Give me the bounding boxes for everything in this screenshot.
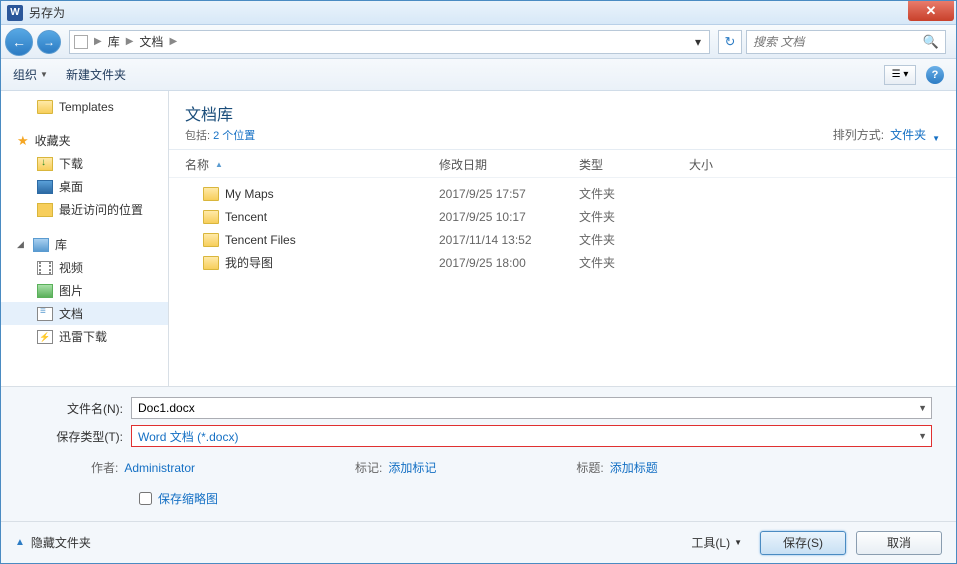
tags-value[interactable]: 添加标记 bbox=[388, 459, 436, 476]
sidebar: Templates ★ 收藏夹 下载 桌面 最近访问的位置 bbox=[1, 91, 169, 386]
breadcrumb-root[interactable]: 库 bbox=[108, 33, 120, 50]
sidebar-item-desktop[interactable]: 桌面 bbox=[1, 175, 168, 198]
sidebar-item-downloads[interactable]: 下载 bbox=[1, 152, 168, 175]
document-icon bbox=[74, 35, 88, 49]
main-panel: 文档库 包括: 2 个位置 排列方式: 文件夹 ▼ 名称 ▲ 修改日期 bbox=[169, 91, 956, 386]
desktop-icon bbox=[37, 180, 53, 194]
column-type[interactable]: 类型 bbox=[579, 156, 689, 173]
titlebar: W 另存为 ✕ bbox=[1, 1, 956, 25]
search-input[interactable] bbox=[753, 35, 923, 49]
sidebar-item-documents[interactable]: 文档 bbox=[1, 302, 168, 325]
chevron-down-icon[interactable]: ▼ bbox=[918, 403, 927, 413]
toolbar: 组织 ▼ 新建文件夹 ☰ ▾ ? bbox=[1, 59, 956, 91]
dialog-body: Templates ★ 收藏夹 下载 桌面 最近访问的位置 bbox=[1, 91, 956, 386]
sort-asc-icon: ▲ bbox=[215, 160, 223, 169]
filename-combo[interactable]: Doc1.docx ▼ bbox=[131, 397, 932, 419]
bottom-panel: 文件名(N): Doc1.docx ▼ 保存类型(T): Word 文档 (*.… bbox=[1, 386, 956, 521]
breadcrumb-current[interactable]: 文档 bbox=[139, 33, 163, 50]
list-item[interactable]: Tencent Files 2017/11/14 13:52 文件夹 bbox=[185, 228, 940, 251]
sort-label: 排列方式: bbox=[833, 126, 884, 143]
word-app-icon: W bbox=[7, 5, 23, 21]
title-meta-value[interactable]: 添加标题 bbox=[610, 459, 658, 476]
column-headers: 名称 ▲ 修改日期 类型 大小 bbox=[169, 150, 956, 178]
list-item[interactable]: My Maps 2017/9/25 17:57 文件夹 bbox=[185, 182, 940, 205]
sidebar-item-pictures[interactable]: 图片 bbox=[1, 279, 168, 302]
filename-value: Doc1.docx bbox=[138, 401, 195, 415]
save-button[interactable]: 保存(S) bbox=[760, 531, 846, 555]
organize-button[interactable]: 组织 ▼ bbox=[13, 66, 48, 83]
picture-icon bbox=[37, 284, 53, 298]
chevron-right-icon: ▶ bbox=[126, 36, 134, 47]
search-icon[interactable]: 🔍 bbox=[923, 34, 939, 50]
download-icon bbox=[37, 157, 53, 171]
include-locations-link[interactable]: 2 个位置 bbox=[213, 130, 255, 142]
chevron-right-icon: ▶ bbox=[94, 36, 102, 47]
expand-icon[interactable]: ◢ bbox=[17, 239, 27, 250]
new-folder-button[interactable]: 新建文件夹 bbox=[66, 66, 126, 83]
breadcrumb[interactable]: ▶ 库 ▶ 文档 ▶ ▾ bbox=[69, 30, 710, 54]
tags-label: 标记: bbox=[355, 459, 382, 476]
chevron-down-icon[interactable]: ▼ bbox=[918, 431, 927, 441]
chevron-down-icon[interactable]: ▼ bbox=[932, 134, 940, 143]
sidebar-item-templates[interactable]: Templates bbox=[1, 97, 168, 117]
nav-forward-button[interactable]: → bbox=[37, 30, 61, 54]
save-as-dialog: W 另存为 ✕ ← → ▶ 库 ▶ 文档 ▶ ▾ ↻ 🔍 组织 ▼ 新建文件夹 bbox=[0, 0, 957, 564]
save-thumbnail-label[interactable]: 保存缩略图 bbox=[158, 490, 218, 507]
hide-folders-button[interactable]: ▲ 隐藏文件夹 bbox=[15, 534, 91, 551]
sidebar-item-favorites[interactable]: ★ 收藏夹 bbox=[1, 129, 168, 152]
library-title: 文档库 bbox=[185, 101, 255, 125]
close-button[interactable]: ✕ bbox=[908, 1, 954, 21]
folder-icon bbox=[203, 256, 219, 270]
video-icon bbox=[37, 261, 53, 275]
sort-value-link[interactable]: 文件夹 bbox=[890, 126, 926, 143]
search-box[interactable]: 🔍 bbox=[746, 30, 946, 54]
help-button[interactable]: ? bbox=[926, 66, 944, 84]
list-item[interactable]: Tencent 2017/9/25 10:17 文件夹 bbox=[185, 205, 940, 228]
column-date[interactable]: 修改日期 bbox=[439, 156, 579, 173]
document-icon bbox=[37, 307, 53, 321]
chevron-down-icon: ▼ bbox=[734, 538, 742, 547]
view-mode-button[interactable]: ☰ ▾ bbox=[884, 65, 916, 85]
filetype-label: 保存类型(T): bbox=[15, 428, 131, 445]
file-list: My Maps 2017/9/25 17:57 文件夹 Tencent 2017… bbox=[169, 178, 956, 386]
folder-icon bbox=[203, 187, 219, 201]
tools-button[interactable]: 工具(L) ▼ bbox=[683, 530, 750, 555]
library-header: 文档库 包括: 2 个位置 排列方式: 文件夹 ▼ bbox=[169, 91, 956, 150]
title-meta-label: 标题: bbox=[576, 459, 603, 476]
save-thumbnail-checkbox[interactable] bbox=[139, 492, 152, 505]
author-value[interactable]: Administrator bbox=[124, 461, 195, 475]
filetype-value: Word 文档 (*.docx) bbox=[138, 428, 238, 445]
folder-icon bbox=[203, 233, 219, 247]
folder-icon bbox=[203, 210, 219, 224]
include-label: 包括: bbox=[185, 130, 210, 142]
navigation-bar: ← → ▶ 库 ▶ 文档 ▶ ▾ ↻ 🔍 bbox=[1, 25, 956, 59]
chevron-up-icon: ▲ bbox=[15, 537, 25, 548]
list-item[interactable]: 我的导图 2017/9/25 18:00 文件夹 bbox=[185, 251, 940, 274]
chevron-down-icon: ▼ bbox=[40, 70, 48, 79]
sidebar-item-libraries[interactable]: ◢ 库 bbox=[1, 233, 168, 256]
star-icon: ★ bbox=[17, 133, 29, 149]
library-icon bbox=[33, 238, 49, 252]
window-title: 另存为 bbox=[29, 4, 65, 21]
author-label: 作者: bbox=[91, 459, 118, 476]
chevron-right-icon: ▶ bbox=[169, 36, 177, 47]
sidebar-item-videos[interactable]: 视频 bbox=[1, 256, 168, 279]
filename-label: 文件名(N): bbox=[15, 400, 131, 417]
sidebar-item-recent[interactable]: 最近访问的位置 bbox=[1, 198, 168, 221]
sidebar-item-thunder[interactable]: ⚡ 迅雷下载 bbox=[1, 325, 168, 348]
footer: ▲ 隐藏文件夹 工具(L) ▼ 保存(S) 取消 bbox=[1, 521, 956, 563]
column-name[interactable]: 名称 ▲ bbox=[185, 156, 439, 173]
window-buttons: ✕ bbox=[908, 1, 956, 21]
filetype-combo[interactable]: Word 文档 (*.docx) ▼ bbox=[131, 425, 932, 447]
column-size[interactable]: 大小 bbox=[689, 156, 769, 173]
refresh-button[interactable]: ↻ bbox=[718, 30, 742, 54]
cancel-button[interactable]: 取消 bbox=[856, 531, 942, 555]
thunder-icon: ⚡ bbox=[37, 330, 53, 344]
recent-icon bbox=[37, 203, 53, 217]
breadcrumb-dropdown[interactable]: ▾ bbox=[691, 35, 705, 49]
folder-icon bbox=[37, 100, 53, 114]
nav-back-button[interactable]: ← bbox=[5, 28, 33, 56]
